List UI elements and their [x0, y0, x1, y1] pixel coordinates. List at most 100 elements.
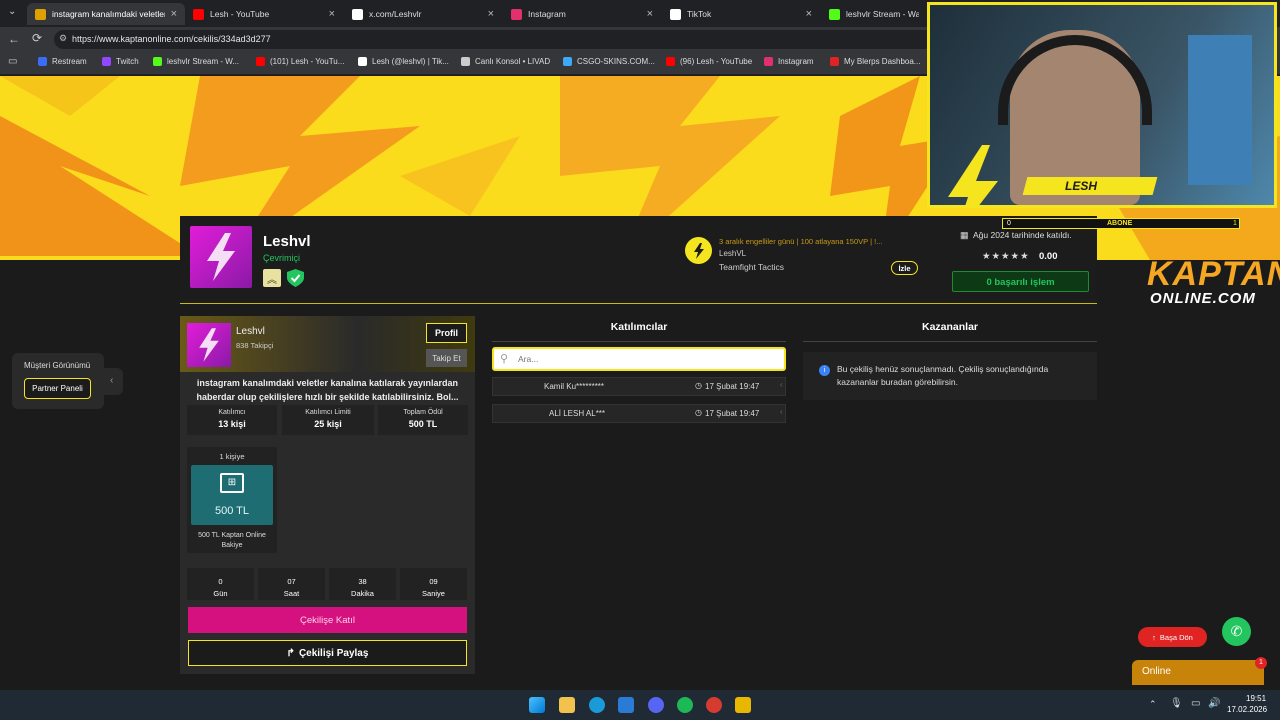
countdown-unit: Gün [213, 589, 228, 598]
close-tab-icon[interactable]: × [806, 8, 812, 20]
microphone-icon[interactable]: 🎙 [1170, 698, 1183, 709]
reload-icon[interactable]: ⟳ [32, 31, 42, 45]
participant-search[interactable]: ⚲ [492, 347, 786, 371]
bookmark-item[interactable]: Canlı Konsol • LIVAD [461, 57, 550, 66]
bookmark-favicon-icon [563, 57, 572, 66]
close-tab-icon[interactable]: × [488, 8, 494, 20]
network-icon[interactable]: ▭ [1191, 698, 1200, 709]
owner-name[interactable]: Leshvl [236, 326, 265, 337]
participant-row: Kamil Ku********* ◷ 17 Şubat 19:47 ‹ [492, 377, 786, 396]
close-tab-icon[interactable]: × [171, 8, 177, 20]
countdown-minutes: 38 Dakika [329, 568, 396, 600]
success-badge: 0 başarılı işlem [952, 271, 1089, 292]
site-info-icon[interactable]: ⚙ [59, 33, 67, 44]
sub-goal-right: 1 [1233, 220, 1237, 227]
prize-amount: 500 TL [214, 505, 250, 517]
bookmark-item[interactable]: Lesh (@leshvl) | Tik... [358, 57, 449, 66]
profile-avatar[interactable] [190, 226, 252, 288]
browser-tab[interactable]: instagram kanalımdaki veletler kan × [27, 3, 185, 25]
tray-chevron-icon[interactable]: ⌃ [1149, 699, 1157, 710]
participant-name: ALİ LESH AL*** [549, 409, 606, 418]
close-tab-icon[interactable]: × [647, 8, 653, 20]
bookmark-item[interactable]: Twitch [102, 57, 139, 66]
back-to-top-button[interactable]: ↑ Başa Dön [1138, 627, 1207, 647]
countdown-value: 07 [287, 577, 296, 586]
url-text: https://www.kaptanonline.com/cekilis/334… [72, 34, 271, 44]
bookmark-item[interactable]: (101) Lesh - YouTu... [256, 57, 344, 66]
watch-button[interactable]: İzle [891, 261, 918, 275]
bookmark-item[interactable]: CSGO-SKINS.COM... [563, 57, 655, 66]
windows-start-icon[interactable] [529, 697, 545, 713]
panel-collapse-button[interactable]: ‹ [104, 368, 123, 395]
bookmark-favicon-icon [38, 57, 47, 66]
bookmark-item[interactable]: (96) Lesh - YouTube [666, 57, 752, 66]
browser-tab[interactable]: x.com/Leshvlr × [344, 3, 502, 25]
poster-art [1188, 35, 1252, 185]
brand-logo-line1: KAPTAN [1147, 255, 1280, 293]
join-giveaway-button[interactable]: Çekilişe Katıl [188, 607, 467, 633]
browser-tab[interactable]: leshvlr Stream - Watch [821, 3, 927, 25]
participant-time: 17 Şubat 19:47 [705, 409, 760, 418]
prize-name: 500 TL Kaptan Online Bakiye [198, 532, 266, 549]
bookmark-favicon-icon [764, 57, 773, 66]
whatsapp-icon: ✆ [1230, 623, 1243, 639]
bookmark-item[interactable]: My Blerps Dashboa... [830, 57, 920, 66]
bookmark-label: leshvlr Stream - W... [167, 57, 240, 66]
calendar-icon: ▦ [960, 230, 969, 240]
profile-button[interactable]: Profil [426, 323, 467, 343]
view-switch-panel: Müşteri Görünümü Partner Paneli [12, 353, 104, 409]
stream-game: Teamfight Tactics [719, 262, 785, 272]
bookmark-label: CSGO-SKINS.COM... [577, 57, 655, 66]
prize-card: 1 kişiye ⊞ 500 TL 500 TL Kaptan Online B… [187, 447, 277, 553]
online-chat-widget[interactable]: Online [1132, 660, 1264, 685]
chevron-left-icon: ‹ [780, 407, 783, 416]
clock-time[interactable]: 19:51 [1246, 694, 1266, 703]
clock-date[interactable]: 17.02.2026 [1227, 705, 1267, 714]
webcam-overlay: LESH [927, 2, 1277, 208]
app-icon[interactable] [735, 697, 751, 713]
discord-icon[interactable] [648, 697, 664, 713]
follow-button[interactable]: Takip Et [426, 349, 467, 367]
verified-shield-icon [287, 269, 304, 287]
browser-tab[interactable]: TikTok × [662, 3, 820, 25]
lightning-icon [207, 233, 235, 281]
countdown-unit: Saniye [422, 589, 445, 598]
bookmark-favicon-icon [358, 57, 367, 66]
profile-status: Çevrimiçi [263, 253, 300, 263]
edge-icon[interactable] [589, 697, 605, 713]
spotify-icon[interactable] [677, 697, 693, 713]
bookmark-item[interactable]: leshvlr Stream - W... [153, 57, 239, 66]
mail-icon[interactable] [618, 697, 634, 713]
close-tab-icon[interactable]: × [329, 8, 335, 20]
stat-participants: Katılımcı 13 kişi [187, 405, 277, 435]
arrow-up-icon: ↑ [1152, 632, 1156, 642]
stat-participant-limit: Katılımcı Limiti 25 kişi [282, 405, 374, 435]
url-field[interactable]: ⚙ https://www.kaptanonline.com/cekilis/3… [54, 30, 934, 49]
volume-icon[interactable]: 🔊 [1208, 698, 1220, 709]
stream-user: LeshVL [719, 249, 747, 258]
brand-logo-line2: ONLINE.COM [1150, 290, 1256, 307]
countdown-value: 09 [429, 577, 438, 586]
customer-view-label[interactable]: Müşteri Görünümü [24, 361, 90, 370]
tab-label: leshvlr Stream - Watch [846, 9, 919, 19]
os-taskbar [0, 690, 1280, 720]
browser-tab[interactable]: Instagram × [503, 3, 661, 25]
bookmark-item[interactable]: Instagram [764, 57, 814, 66]
chrome-icon[interactable] [706, 697, 722, 713]
share-icon: ↱ [286, 647, 295, 659]
bookmark-item[interactable]: Restream [38, 57, 87, 66]
stream-title[interactable]: 3 aralık engelliler günü | 100 atlayana … [719, 237, 919, 246]
browser-tab[interactable]: Lesh - YouTube × [185, 3, 343, 25]
share-giveaway-button[interactable]: ↱ Çekilişi Paylaş [188, 640, 467, 666]
tab-list-chevron-icon[interactable]: ⌄ [8, 6, 16, 17]
partner-panel-button[interactable]: Partner Paneli [24, 378, 91, 399]
owner-avatar[interactable] [187, 323, 231, 367]
countdown-unit: Dakika [351, 589, 374, 598]
clock-icon: ◷ [695, 381, 702, 390]
whatsapp-button[interactable]: ✆ [1222, 617, 1251, 646]
file-explorer-icon[interactable] [559, 697, 575, 713]
apps-icon[interactable]: ▭ [8, 56, 17, 67]
back-arrow-icon[interactable]: ← [8, 32, 20, 46]
search-input[interactable] [518, 352, 768, 366]
participant-name: Kamil Ku********* [544, 382, 605, 391]
